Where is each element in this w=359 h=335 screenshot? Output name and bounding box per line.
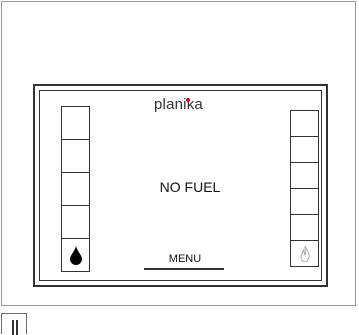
- fuel-gauge-segment: [61, 205, 90, 239]
- status-message: NO FUEL: [159, 179, 221, 195]
- menu-underline: [144, 268, 224, 270]
- menu-button[interactable]: MENU: [145, 253, 225, 265]
- flame-gauge-segment: [290, 214, 319, 241]
- fuel-gauge-segment: [61, 139, 90, 173]
- flame-gauge-segment: [290, 162, 319, 189]
- fireplace-control-panel: planika NO FUEL MENU: [33, 84, 328, 287]
- flame-gauge-segment: [290, 110, 319, 137]
- brand-name: planika: [154, 96, 203, 113]
- flame-gauge-segment: [290, 188, 319, 215]
- app-window: planika NO FUEL MENU: [1, 1, 356, 306]
- planika-logo: planika: [154, 96, 214, 113]
- flame-level-gauge: [290, 110, 319, 267]
- pause-button[interactable]: [1, 313, 27, 335]
- fuel-drop-icon: [69, 245, 82, 265]
- logo-accent-dot: [186, 98, 190, 102]
- panel-inner-frame: planika NO FUEL MENU: [39, 90, 322, 281]
- fuel-gauge-segment: [61, 172, 90, 206]
- fuel-gauge-segment: [61, 106, 90, 140]
- flame-icon: [299, 245, 310, 262]
- flame-gauge-segment: [290, 136, 319, 163]
- flame-gauge-icon-cell[interactable]: [290, 240, 319, 267]
- fuel-gauge-icon-cell[interactable]: [61, 238, 90, 272]
- fuel-level-gauge: [61, 106, 90, 272]
